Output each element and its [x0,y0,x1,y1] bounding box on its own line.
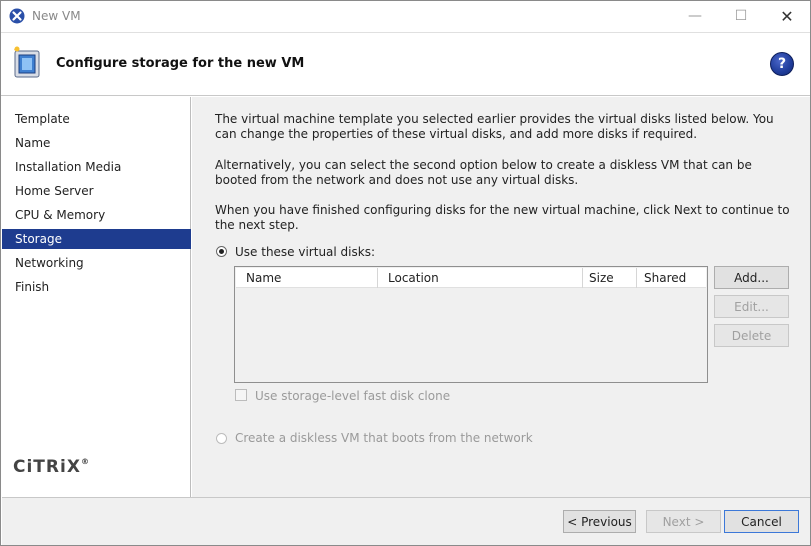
column-header-name[interactable]: Name [236,268,378,288]
citrix-logo-text: CiTRiX [13,457,81,477]
sidebar-item-name[interactable]: Name [2,133,191,153]
sidebar-item-storage[interactable]: Storage [2,229,191,249]
column-header-shared[interactable]: Shared [637,268,706,288]
sidebar-item-cpu-memory[interactable]: CPU & Memory [2,205,191,225]
next-button[interactable]: Next > [646,510,721,533]
diskless-vm-radio[interactable] [216,433,227,444]
window-title: New VM [32,9,81,23]
new-vm-wizard-icon [13,45,43,79]
sidebar-item-template[interactable]: Template [2,109,191,129]
citrix-logo: CiTRiX® [13,457,90,477]
help-icon[interactable]: ? [770,52,794,76]
new-vm-dialog: New VM — ☐ ✕ Configure storage for the n… [0,0,811,546]
sidebar-item-home-server[interactable]: Home Server [2,181,191,201]
sidebar-item-networking[interactable]: Networking [2,253,191,273]
minimize-icon[interactable]: — [672,1,718,31]
edit-disk-button[interactable]: Edit... [714,295,789,318]
fast-disk-clone-checkbox[interactable] [235,389,247,401]
wizard-steps-sidebar: Template Name Installation Media Home Se… [2,97,191,497]
use-virtual-disks-radio[interactable] [216,246,227,257]
alternative-text: Alternatively, you can select the second… [215,158,752,187]
maximize-icon[interactable]: ☐ [718,1,764,31]
add-disk-button[interactable]: Add... [714,266,789,289]
grid-header: Name Location Size Shared [236,268,706,288]
delete-disk-button[interactable]: Delete [714,324,789,347]
sidebar-item-installation-media[interactable]: Installation Media [2,157,191,177]
storage-page: The virtual machine template you selecte… [192,97,810,497]
fast-disk-clone-label[interactable]: Use storage-level fast disk clone [255,389,450,403]
page-title: Configure storage for the new VM [56,56,305,71]
wizard-footer: < Previous Next > Cancel [2,497,810,545]
xencenter-app-icon [9,8,25,24]
wizard-header: Configure storage for the new VM ? [1,32,810,96]
previous-button[interactable]: < Previous [563,510,636,533]
instructions-text: When you have finished configuring disks… [215,203,790,232]
column-header-size[interactable]: Size [583,268,637,288]
title-bar[interactable]: New VM — ☐ ✕ [1,1,810,32]
column-header-location[interactable]: Location [378,268,583,288]
diskless-vm-label[interactable]: Create a diskless VM that boots from the… [235,431,533,445]
close-icon[interactable]: ✕ [764,1,810,31]
virtual-disks-grid[interactable]: Name Location Size Shared [234,266,708,383]
use-virtual-disks-label[interactable]: Use these virtual disks: [235,245,375,259]
cancel-button[interactable]: Cancel [724,510,799,533]
intro-text: The virtual machine template you selecte… [215,112,774,141]
citrix-logo-mark: ® [80,457,90,466]
sidebar-item-finish[interactable]: Finish [2,277,191,297]
